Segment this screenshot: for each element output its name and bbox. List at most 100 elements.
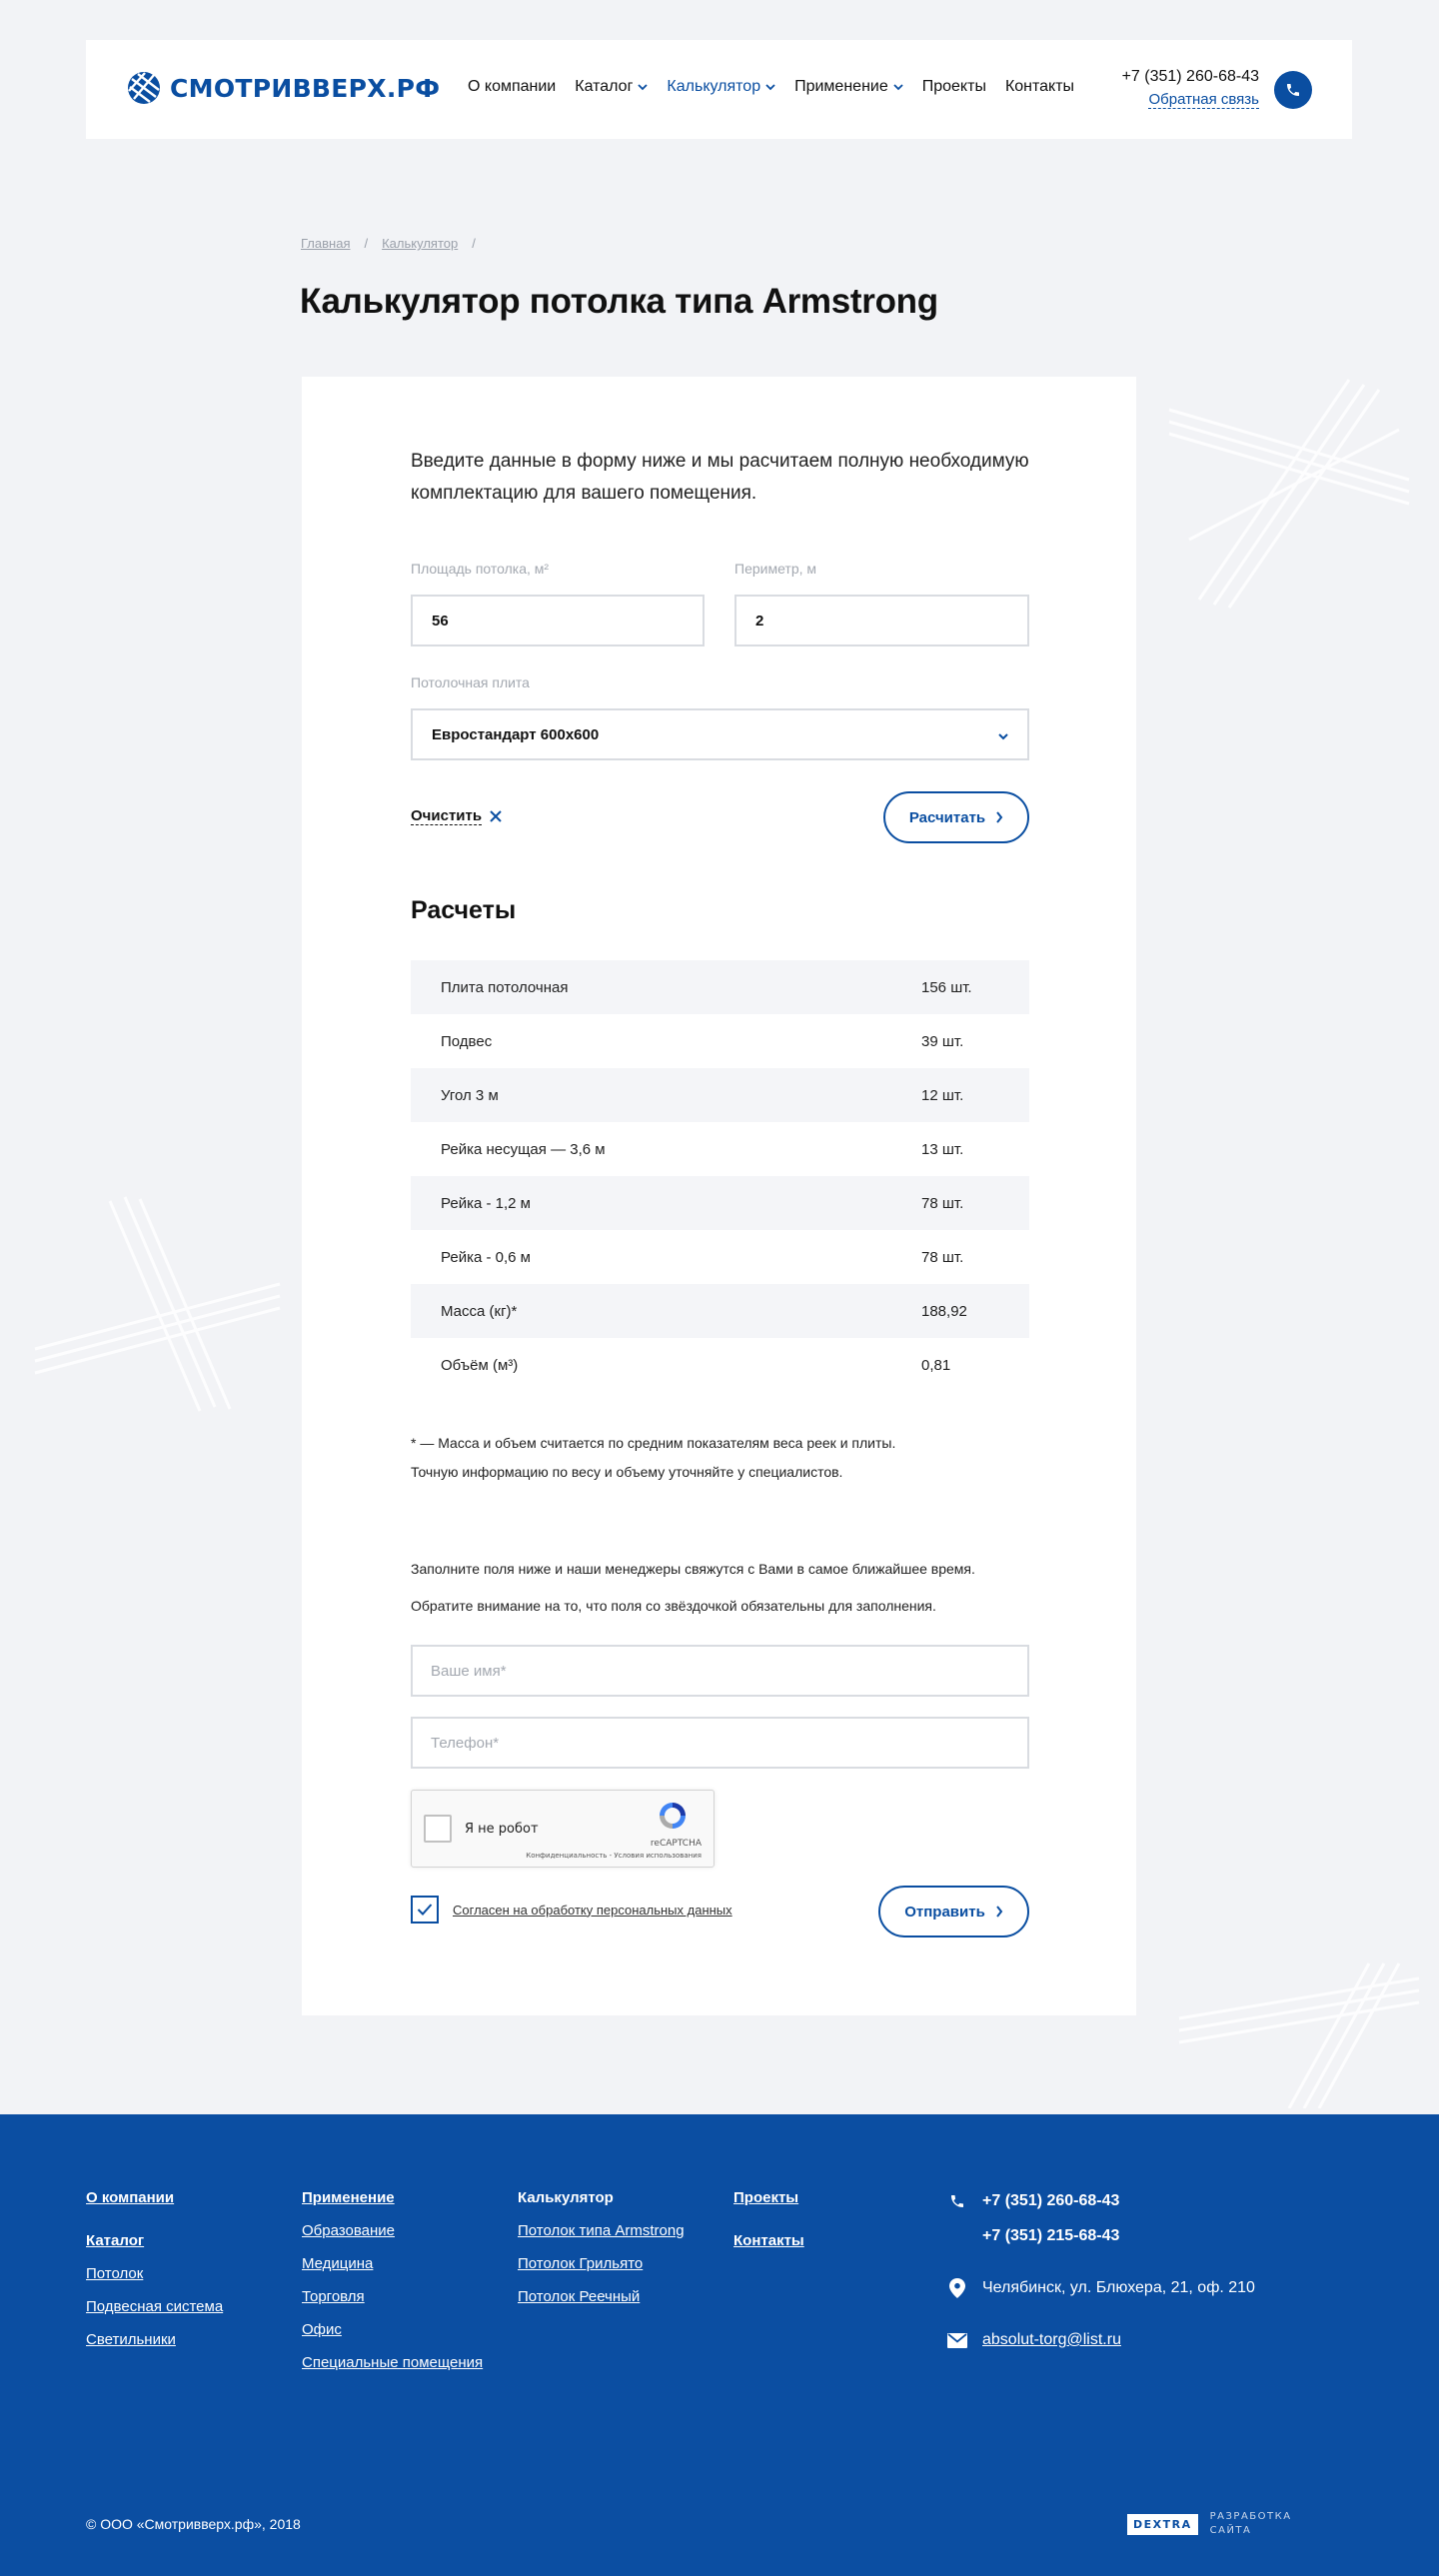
decorative-lines-right [1168,379,1410,609]
header-phone[interactable]: +7 (351) 260-68-43 [1122,68,1259,86]
name-input[interactable] [411,1645,1029,1697]
nav-item-projects[interactable]: Проекты [922,78,986,96]
consent-label[interactable]: Согласен на обработку персональных данны… [453,1903,732,1918]
header-contacts: +7 (351) 260-68-43 Обратная связь [1122,68,1259,109]
row-value: 13 шт. [921,1140,964,1158]
footer-link[interactable]: Потолок Реечный [518,2288,685,2305]
footer-link[interactable]: Потолок типа Armstrong [518,2222,685,2239]
developer-credit[interactable]: DEXTRA РАЗРАБОТКА САЙТА [1127,2510,1300,2538]
results-table: Плита потолочная 156 шт. Подвес 39 шт. Уго… [411,960,1029,1392]
row-value: 39 шт. [921,1032,964,1050]
footer-email-text: absolut-torg@list.ru [982,2331,1121,2348]
footer-link[interactable]: Образование [302,2222,483,2239]
breadcrumb: Главная / Калькулятор / [301,236,476,251]
table-row: Рейка несущая — 3,6 м 13 шт. [411,1122,1029,1176]
row-name: Плита потолочная [441,978,569,996]
area-input[interactable]: 56 [411,595,705,646]
footer-link-about[interactable]: О компании [86,2189,223,2206]
chevron-down-icon [765,84,775,91]
clear-button[interactable]: Очистить [411,807,502,825]
main-nav: О компании Каталог Калькулятор Применени… [468,78,1074,96]
feedback-link[interactable]: Обратная связь [1148,91,1259,109]
table-row: Угол 3 м 12 шт. [411,1068,1029,1122]
footer-link[interactable]: Специальные помещения [302,2354,483,2371]
footer-phone-1-text: +7 (351) 260-68-43 [982,2192,1120,2209]
area-label: Площадь потолка, м² [411,561,550,577]
recaptcha-widget: Я не робот reCAPTCHA Конфиденциальность … [411,1790,715,1868]
footer-phone-1[interactable]: +7 (351) 260-68-43 [947,2191,1119,2211]
nav-item-catalog[interactable]: Каталог [575,78,649,96]
contact-note-line: Обратите внимание на то, что поля со звё… [411,1598,936,1614]
nav-item-calculator[interactable]: Калькулятор [667,78,775,96]
logo-text: СМОТРИВВЕРХ.РФ [170,73,441,103]
table-row: Подвес 39 шт. [411,1014,1029,1068]
footer-link[interactable]: Потолок Грильято [518,2255,685,2272]
tile-value: Евростандарт 600х600 [432,725,600,743]
footer-address: Челябинск, ул. Блюхера, 21, оф. 210 [947,2278,1255,2298]
recaptcha-terms[interactable]: Конфиденциальность - Условия использован… [526,1852,702,1860]
submit-button[interactable]: Отправить [878,1886,1029,1937]
consent-checkbox[interactable] [411,1896,439,1924]
footer-col-calculator: Калькулятор Потолок типа Armstrong Потол… [518,2189,685,2321]
page-title: Калькулятор потолка типа Armstrong [300,282,938,321]
logo-globe-icon [128,72,160,104]
nav-item-about[interactable]: О компании [468,78,556,96]
row-value: 12 шт. [921,1086,964,1104]
footer-col-application: Применение Образование Медицина Торговля… [302,2189,483,2387]
recaptcha-icon [660,1803,686,1829]
area-value: 56 [432,612,449,630]
footer-link[interactable]: Подвесная система [86,2298,223,2315]
row-name: Рейка - 1,2 м [441,1194,531,1212]
row-value: 156 шт. [921,978,972,996]
calculate-button[interactable]: Расчитать [883,791,1029,843]
perimeter-value: 2 [755,612,764,630]
footer-phone-2-text: +7 (351) 215-68-43 [982,2227,1120,2244]
breadcrumb-calculator[interactable]: Калькулятор [382,236,458,251]
row-name: Рейка несущая — 3,6 м [441,1140,606,1158]
nav-item-contacts[interactable]: Контакты [1005,78,1074,96]
footer-link-projects[interactable]: Проекты [733,2189,804,2206]
tile-label: Потолочная плита [411,674,530,690]
tile-select[interactable]: Евростандарт 600х600 [411,708,1029,760]
recaptcha-brand: reCAPTCHA [650,1839,702,1849]
footer-spacer [86,2222,223,2232]
chevron-right-icon [996,1906,1003,1918]
recaptcha-checkbox[interactable] [424,1815,452,1843]
footer-link[interactable]: Торговля [302,2288,483,2305]
footer-link-application[interactable]: Применение [302,2189,483,2206]
nav-label: Контакты [1004,78,1075,95]
footer-phone-2[interactable]: +7 (351) 215-68-43 [982,2227,1119,2245]
chevron-right-icon [996,811,1003,823]
submit-label: Отправить [904,1903,985,1921]
breadcrumb-separator: / [472,236,476,251]
footer-email[interactable]: absolut-torg@list.ru [947,2330,1121,2350]
footnote-line: Точную информацию по весу и объему уточн… [411,1464,843,1480]
footer-spacer [733,2222,804,2232]
calculator-card: Введите данные в форму ниже и мы расчита… [302,377,1136,2015]
phone-input[interactable] [411,1717,1029,1769]
call-button[interactable] [1274,71,1312,109]
row-name: Масса (кг)* [441,1302,518,1320]
phone-icon [947,2191,967,2211]
breadcrumb-home[interactable]: Главная [301,236,350,251]
footer-col-company: О компании Каталог Потолок Подвесная сис… [86,2189,223,2364]
footer-heading-calculator: Калькулятор [518,2189,614,2206]
decorative-lines-bottom-right [1178,1962,1420,2108]
logo[interactable]: СМОТРИВВЕРХ.РФ [126,70,440,106]
site-header: СМОТРИВВЕРХ.РФ О компании Каталог Кальку… [86,40,1352,139]
perimeter-input[interactable]: 2 [734,595,1029,646]
site-footer: О компании Каталог Потолок Подвесная сис… [0,2114,1439,2576]
footer-link-catalog[interactable]: Каталог [86,2232,223,2249]
nav-label: Проекты [921,78,986,95]
table-row: Объём (м³) 0,81 [411,1338,1029,1392]
table-row: Плита потолочная 156 шт. [411,960,1029,1014]
footer-link-contacts[interactable]: Контакты [733,2232,804,2249]
footer-link[interactable]: Потолок [86,2265,223,2282]
contact-note-line: Заполните поля ниже и наши менеджеры свя… [411,1561,975,1577]
row-value: 0,81 [921,1356,951,1374]
footer-link[interactable]: Медицина [302,2255,483,2272]
footer-link[interactable]: Светильники [86,2331,223,2348]
footer-link[interactable]: Офис [302,2321,483,2338]
footer-address-text: Челябинск, ул. Блюхера, 21, оф. 210 [982,2279,1255,2296]
nav-item-application[interactable]: Применение [794,78,903,96]
